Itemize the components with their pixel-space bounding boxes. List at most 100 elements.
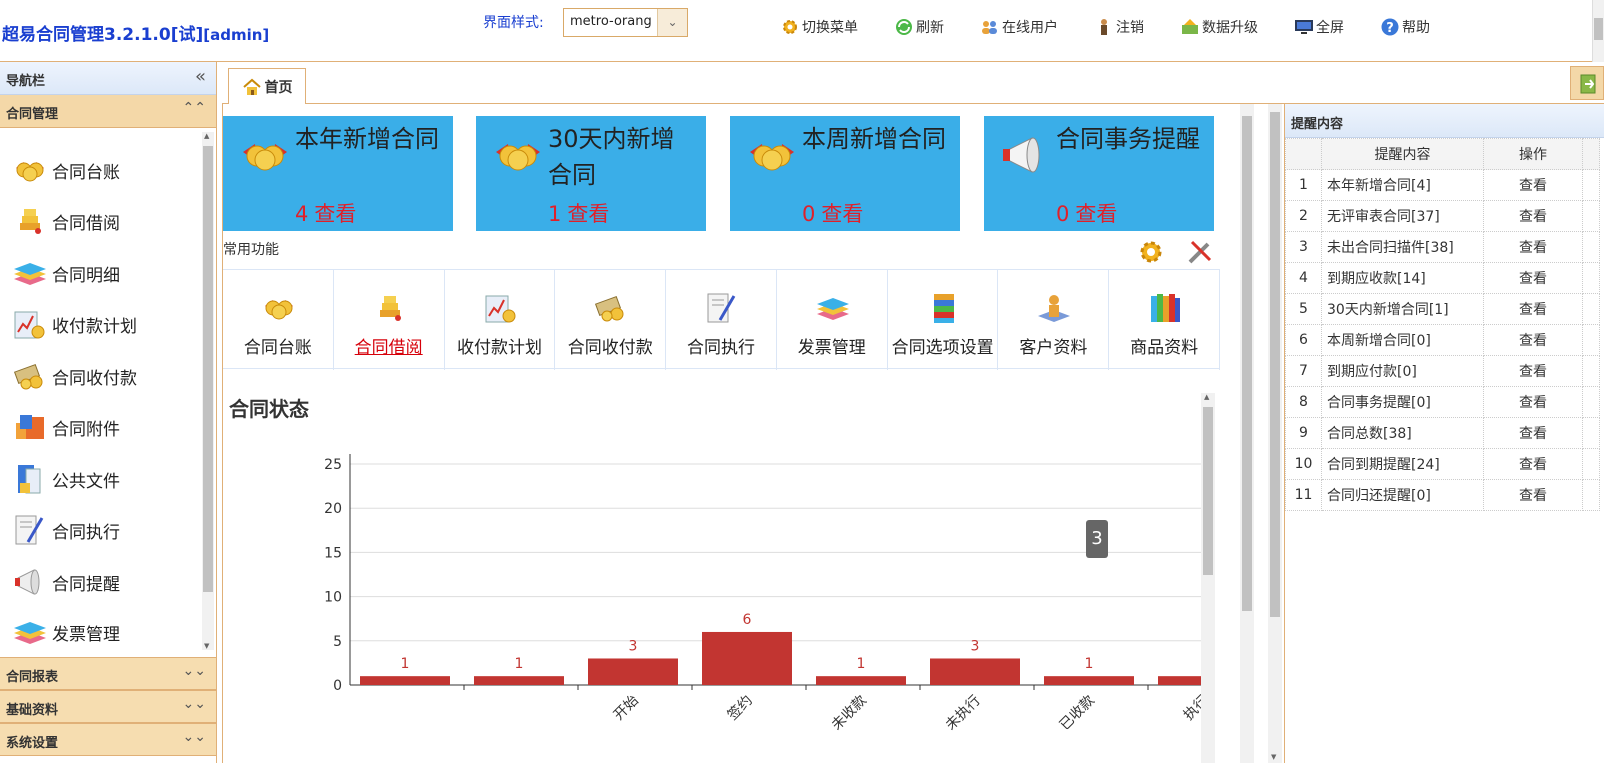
card-view-link[interactable]: 查看 [314,202,356,226]
func-label[interactable]: 合同借阅 [334,333,444,358]
sidebar-item-receipts[interactable]: 合同收付款 [12,356,137,396]
section-contract-reports[interactable]: 合同报表 ⌄⌄ [0,657,216,690]
row-view-link[interactable]: 查看 [1483,169,1583,201]
row-view-link[interactable]: 查看 [1483,293,1583,325]
row-spacer [1582,386,1600,418]
card-view-link[interactable]: 查看 [567,202,609,226]
card-week-new[interactable]: 本周新增合同 0 查看 [730,116,960,231]
logout-button[interactable]: 注销 [1094,14,1144,40]
main-panel: 本年新增合同 4 查看 30天内新增合同 1 查看 本周新增合同 0 查看 合同事务提… [222,104,1257,763]
sidebar-item-ledger[interactable]: 合同台账 [12,150,120,190]
page-scrollbar[interactable] [1592,0,1604,62]
megaphone-icon [15,569,40,595]
func-customers[interactable]: 客户资料 [998,270,1110,370]
section-system-settings[interactable]: 系统设置 ⌄⌄ [0,723,216,756]
toggle-menu-button[interactable]: 切换菜单 [780,14,858,40]
invoice-icon [816,298,849,320]
common-functions-label: 常用功能 [223,242,279,258]
row-spacer [1582,200,1600,232]
fullscreen-button[interactable]: 全屏 [1294,14,1344,40]
row-view-link[interactable]: 查看 [1483,200,1583,232]
func-execution[interactable]: 合同执行 [666,270,777,370]
sidebar-item-details[interactable]: 合同明细 [12,253,120,293]
reminder-panel-scrollbar[interactable]: ▼ [1268,104,1282,763]
chevron-down-icon[interactable]: ⌄ [657,9,687,36]
chevron-down-icon[interactable]: ⌄⌄ [183,663,206,679]
chart-scrollbar[interactable]: ▲ [1201,393,1215,763]
sidebar-item-invoices[interactable]: 发票管理 [12,612,120,652]
sidebar-scrollbar-thumb[interactable] [203,146,213,592]
section-contract-management[interactable]: 合同管理 ⌃⌃ [0,95,216,128]
collapse-sidebar-icon[interactable]: « [195,66,206,87]
main-scrollbar[interactable] [1240,104,1254,763]
card-affair-reminder[interactable]: 合同事务提醒 0 查看 [984,116,1214,231]
row-view-link[interactable]: 查看 [1483,448,1583,480]
app-title: 超易合同管理3.2.1.0[试][admin] [2,20,269,45]
card-view-link[interactable]: 查看 [1075,202,1117,226]
card-count-link[interactable]: 4 查看 [295,198,362,228]
row-view-link[interactable]: 查看 [1483,324,1583,356]
row-view-link[interactable]: 查看 [1483,386,1583,418]
tools-icon[interactable] [1186,238,1214,266]
scroll-up-icon[interactable]: ▲ [204,132,209,140]
card-count-link[interactable]: 0 查看 [802,198,869,228]
tab-home[interactable]: 首页 [228,68,306,105]
row-view-link[interactable]: 查看 [1483,479,1583,511]
scroll-up-icon[interactable]: ▲ [1204,393,1209,401]
row-spacer [1582,169,1600,201]
settings-gear-icon[interactable] [1137,238,1165,266]
sidebar-item-reminders[interactable]: 合同提醒 [12,562,120,602]
online-users-button[interactable]: 在线用户 [980,14,1058,40]
sidebar-item-execution[interactable]: 合同执行 [12,510,120,550]
coins-ribbon-icon [265,300,293,320]
card-count: 4 [295,202,309,226]
sidebar-item-borrow[interactable]: 合同借阅 [12,201,120,241]
scroll-down-icon[interactable]: ▼ [1271,753,1276,761]
chevron-down-icon[interactable]: ⌄⌄ [183,696,206,712]
func-label: 客户资料 [1019,338,1088,358]
data-upgrade-button[interactable]: 数据升级 [1180,14,1258,40]
reminder-scrollbar-thumb[interactable] [1270,112,1280,617]
sidebar-scrollbar[interactable]: ▲ ▼ [202,132,214,650]
row-view-link[interactable]: 查看 [1483,231,1583,263]
func-receipts[interactable]: 合同收付款 [555,270,667,370]
exit-button[interactable] [1570,66,1604,100]
chevron-up-icon[interactable]: ⌃⌃ [183,100,206,116]
sidebar-item-payment-plan[interactable]: 收付款计划 [12,304,137,344]
sidebar-item-attachments[interactable]: 合同附件 [12,407,120,447]
card-count-link[interactable]: 1 查看 [548,198,615,228]
help-label: 帮助 [1402,20,1430,36]
section-label: 基础资料 [6,703,59,718]
row-view-link[interactable]: 查看 [1483,262,1583,294]
func-borrow[interactable]: 合同借阅 [334,270,445,370]
scroll-down-icon[interactable]: ▼ [204,642,209,650]
page-scrollbar-thumb[interactable] [1594,18,1603,40]
row-index: 5 [1285,293,1322,325]
card-count-link[interactable]: 0 查看 [1056,198,1123,228]
refresh-button[interactable]: 刷新 [894,14,944,40]
func-options[interactable]: 合同选项设置 [888,270,999,370]
section-basic-data[interactable]: 基础资料 ⌄⌄ [0,690,216,723]
card-30days-new[interactable]: 30天内新增合同 1 查看 [476,116,706,231]
help-button[interactable]: ? 帮助 [1380,14,1430,40]
data-upgrade-label: 数据升级 [1202,20,1258,36]
y-tick-label: 15 [324,545,342,561]
row-view-link[interactable]: 查看 [1483,355,1583,387]
row-content: 无评审表合同[37] [1321,200,1484,232]
func-ledger[interactable]: 合同台账 [223,270,334,370]
chart-scrollbar-thumb[interactable] [1203,407,1213,575]
row-view-link[interactable]: 查看 [1483,417,1583,449]
card-year-new[interactable]: 本年新增合同 4 查看 [223,116,453,231]
reminder-panel: ▼ 提醒内容 提醒内容 操作 1 本年新增合同[4] 查看 2 无评审表合同[37] 查看… [1268,104,1604,763]
execute-icon [15,515,44,545]
chevron-down-icon[interactable]: ⌄⌄ [183,729,206,745]
theme-select[interactable]: metro-orang ⌄ [563,8,688,37]
main-scrollbar-thumb[interactable] [1242,116,1252,611]
sidebar-item-public-files[interactable]: 公共文件 [12,459,120,499]
row-content: 合同到期提醒[24] [1321,448,1484,480]
func-invoices[interactable]: 发票管理 [777,270,888,370]
func-payment-plan[interactable]: 收付款计划 [445,270,556,370]
card-view-link[interactable]: 查看 [821,202,863,226]
row-spacer [1582,262,1600,294]
func-products[interactable]: 商品资料 [1109,270,1221,370]
